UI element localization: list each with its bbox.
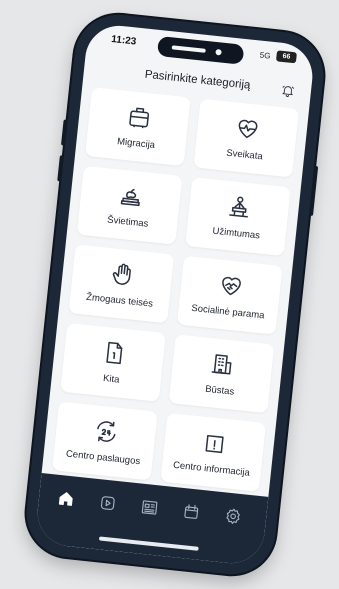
- status-time: 11:23: [110, 33, 137, 48]
- tab-video[interactable]: [98, 493, 120, 515]
- category-label: Kita: [102, 372, 121, 386]
- category-label: Užimtumas: [211, 225, 261, 242]
- page-title: Pasirinkite kategoriją: [144, 68, 251, 92]
- category-label: Sveikata: [225, 147, 264, 163]
- apple-books-icon: [120, 188, 140, 207]
- category-zmogaus-teises[interactable]: Žmogaus teisės: [68, 244, 175, 324]
- handshake-heart-icon: [221, 276, 241, 296]
- category-socialine-parama[interactable]: Socialinė parama: [176, 255, 283, 335]
- calendar-icon: [184, 504, 199, 519]
- category-label: Socialinė parama: [190, 302, 266, 322]
- clock-24-icon: [96, 421, 115, 442]
- category-centro-informacija[interactable]: Centro informacija: [160, 412, 267, 492]
- category-label: Švietimas: [106, 214, 149, 230]
- category-kita[interactable]: Kita: [60, 322, 166, 402]
- tab-home[interactable]: [56, 489, 78, 511]
- suitcase-icon: [128, 107, 149, 129]
- document-icon: [105, 341, 122, 365]
- home-indicator[interactable]: [98, 536, 199, 551]
- category-label: Būstas: [204, 383, 235, 398]
- category-label: Centro informacija: [172, 459, 251, 479]
- notch-speaker: [171, 45, 206, 53]
- tab-news[interactable]: [139, 498, 161, 520]
- battery-icon: 66: [275, 50, 297, 64]
- category-svietimas[interactable]: Švietimas: [76, 165, 183, 245]
- settings-gear-icon: [226, 508, 240, 524]
- home-icon: [58, 492, 73, 506]
- phone-mockup: 11:23 5G 66 Pasirinkite kategoriją Migra…: [22, 10, 328, 579]
- category-bustas[interactable]: Būstas: [168, 334, 275, 414]
- buildings-icon: [211, 354, 231, 375]
- heart-pulse-icon: [238, 119, 257, 139]
- raised-hand-icon: [112, 263, 131, 285]
- category-centro-paslaugos[interactable]: Centro paslaugos: [51, 401, 158, 481]
- category-label: Žmogaus teisės: [85, 291, 154, 310]
- play-icon: [100, 496, 115, 510]
- category-label: Centro paslaugos: [65, 448, 141, 468]
- scene-background: 11:23 5G 66 Pasirinkite kategoriją Migra…: [0, 0, 339, 589]
- person-podium-icon: [228, 196, 248, 218]
- notch-camera: [215, 48, 222, 56]
- category-sveikata[interactable]: Sveikata: [193, 98, 300, 178]
- bell-icon[interactable]: [280, 83, 295, 98]
- category-label: Migracija: [116, 136, 156, 152]
- tab-calendar[interactable]: [181, 502, 203, 524]
- news-icon: [141, 500, 158, 515]
- tab-settings[interactable]: [223, 506, 245, 528]
- dynamic-island: [156, 35, 245, 65]
- category-uzimtumas[interactable]: Užimtumas: [185, 177, 291, 257]
- category-grid: Migracija Sveikata Švietimas Užimtumas Ž…: [51, 87, 300, 492]
- info-document-icon: [204, 434, 224, 454]
- category-migracija[interactable]: Migracija: [85, 87, 191, 167]
- battery-level: 66: [282, 52, 291, 61]
- network-label: 5G: [259, 50, 271, 61]
